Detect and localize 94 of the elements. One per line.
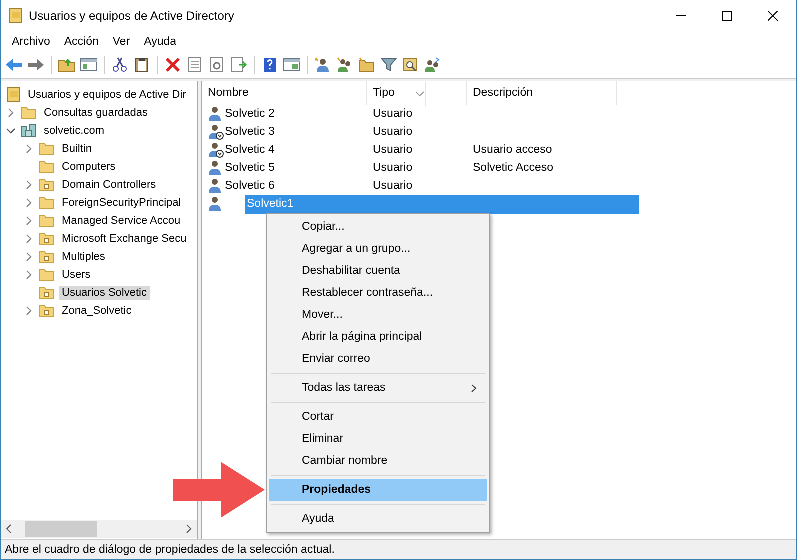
tree-item[interactable]: ForeignSecurityPrincipal [59,196,184,210]
row-name[interactable]: Solvetic 5 [225,162,275,174]
context-menu-item[interactable]: Mover... [269,304,487,326]
row-description: Usuario acceso [473,144,552,156]
row-type: Usuario [373,108,413,120]
tree-item[interactable]: Domain Controllers [59,178,160,192]
tree-item[interactable]: Users [59,268,94,282]
folder-icon [39,142,55,156]
help-icon[interactable] [261,57,279,73]
panel-icon[interactable] [283,57,301,73]
app-icon [9,8,23,24]
folder-up-icon[interactable] [58,57,76,73]
tree-item[interactable]: Builtin [59,142,95,156]
console-root-icon [7,87,21,103]
context-menu-item[interactable]: Todas las tareas [269,377,487,399]
chevron-right-icon[interactable] [24,144,34,154]
tree-item[interactable]: Usuarios Solvetic [59,286,150,300]
column-header[interactable]: Descripción [467,81,617,105]
row-name: Solvetic1 [246,198,294,210]
tree-item[interactable]: Zona_Solvetic [59,304,135,318]
domain-icon [21,124,37,138]
row-type: Usuario [373,144,413,156]
context-menu-item[interactable]: Deshabilitar cuenta [269,260,487,282]
tree-item[interactable]: Computers [59,160,119,174]
tree-item[interactable]: Usuarios y equipos de Active Dir [25,88,190,102]
clipboard-icon[interactable] [133,57,151,73]
back-arrow-icon[interactable] [5,57,23,73]
delete-icon[interactable] [164,57,182,73]
context-menu-item[interactable]: Ayuda [269,508,487,530]
tree-item[interactable]: Managed Service Accou [59,214,184,228]
chevron-right-icon[interactable] [24,216,34,226]
filter-icon[interactable] [380,57,398,73]
chevron-right-icon[interactable] [24,270,34,280]
tree-item[interactable]: Microsoft Exchange Secu [59,232,190,246]
scroll-right-icon[interactable] [185,524,193,534]
context-menu-item[interactable]: Copiar... [269,216,487,238]
menu-item[interactable]: Archivo [5,36,58,48]
menu-item[interactable]: Acción [57,36,106,48]
chevron-right-icon[interactable] [24,306,34,316]
context-menu-item[interactable]: Enviar correo [269,348,487,370]
folder-icon [39,178,55,192]
menu-item[interactable]: Ayuda [137,36,184,48]
panel-icon[interactable] [80,57,98,73]
horizontal-scrollbar[interactable] [1,520,197,538]
row-name[interactable]: Solvetic 6 [225,180,275,192]
folder-icon [39,196,55,210]
search-icon[interactable] [402,57,420,73]
tree-item[interactable]: Consultas guardadas [41,106,151,120]
chevron-right-icon[interactable] [6,108,16,118]
row-type: Usuario [373,180,413,192]
sort-caret-icon [415,91,425,97]
context-menu-item[interactable]: Cortar [269,406,487,428]
new-folder-icon[interactable] [358,57,376,73]
column-header[interactable]: Tipo [367,81,467,105]
column-header[interactable]: Nombre [202,81,367,105]
chevron-down-icon[interactable] [6,126,16,136]
export-icon[interactable] [230,57,248,73]
tree-item[interactable]: Multiples [59,250,108,264]
folder-icon [39,286,55,300]
scroll-left-icon[interactable] [5,524,13,534]
folder-icon [39,232,55,246]
tree-item[interactable]: solvetic.com [41,124,108,138]
row-name[interactable]: Solvetic 2 [225,108,275,120]
refresh-icon[interactable] [208,57,226,73]
folder-icon [39,160,55,174]
chevron-right-icon[interactable] [24,252,34,262]
row-description: Solvetic Acceso [473,162,554,174]
context-menu-item[interactable]: Restablecer contraseña... [269,282,487,304]
folder-icon [39,304,55,318]
chevron-right-icon[interactable] [24,180,34,190]
folder-icon [21,106,37,120]
add-to-group-icon[interactable] [424,57,442,73]
row-type: Usuario [373,162,413,174]
menu-item[interactable]: Ver [106,36,138,48]
context-menu-item[interactable]: Agregar a un grupo... [269,238,487,260]
scrollbar-thumb[interactable] [25,521,97,537]
window-title: Usuarios y equipos de Active Directory [29,9,236,23]
folder-icon [39,214,55,228]
chevron-right-icon[interactable] [24,198,34,208]
context-menu-item[interactable]: Propiedades [269,479,487,501]
context-menu-item[interactable]: Abrir la página principal [269,326,487,348]
scissors-icon[interactable] [111,57,129,73]
chevron-right-icon[interactable] [24,234,34,244]
new-user-icon[interactable] [314,57,332,73]
row-type: Usuario [373,126,413,138]
context-menu-item[interactable]: Cambiar nombre [269,450,487,472]
folder-icon [39,268,55,282]
document-icon[interactable] [186,57,204,73]
close-icon [768,11,778,21]
forward-arrow-icon[interactable] [27,57,45,73]
context-menu-item[interactable]: Eliminar [269,428,487,450]
folder-icon [39,250,55,264]
maximize-icon [722,11,732,21]
status-text: Abre el cuadro de diálogo de propiedades de la selección actual. [5,544,335,556]
